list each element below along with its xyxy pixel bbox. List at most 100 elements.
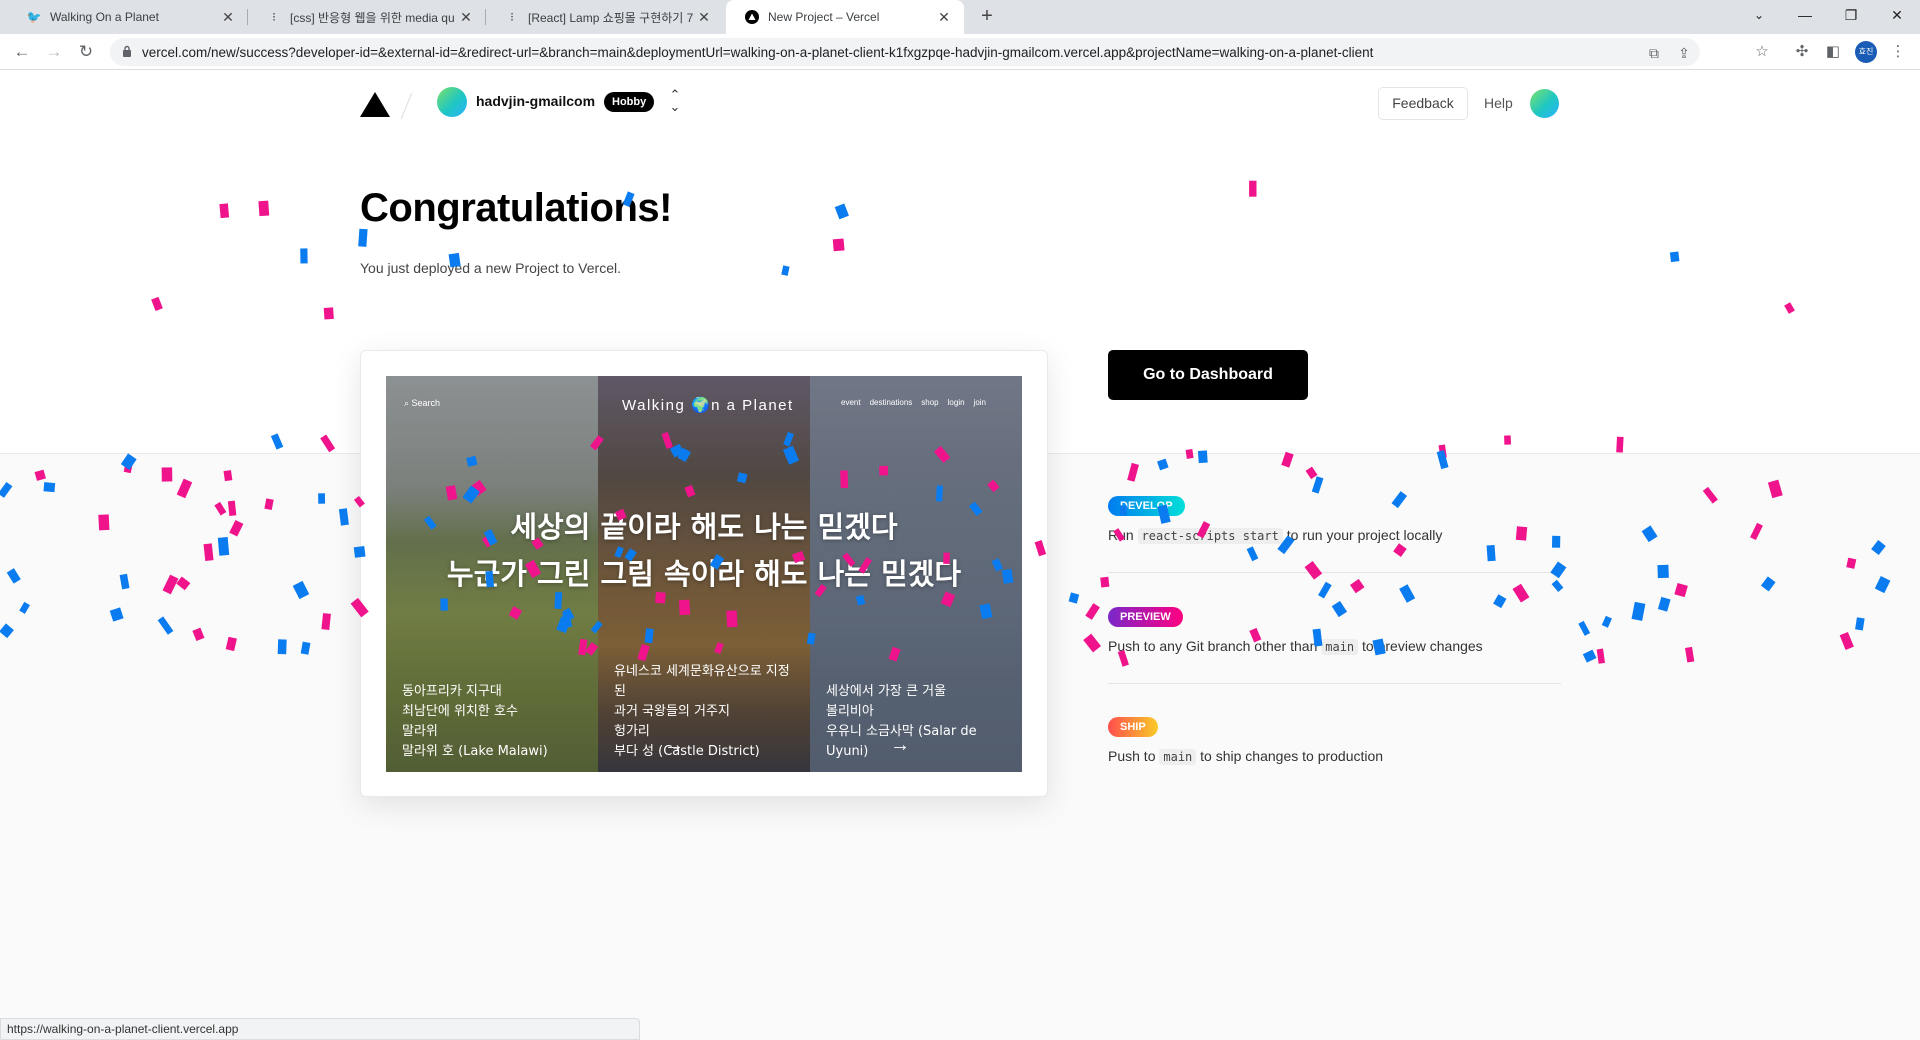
develop-badge: DEVELOP bbox=[1108, 496, 1185, 516]
tab-title: [React] Lamp 쇼핑몰 구현하기 7 bbox=[528, 10, 694, 25]
ship-badge: SHIP bbox=[1108, 717, 1158, 737]
velog-icon: ⁝ bbox=[510, 10, 514, 24]
user-avatar[interactable] bbox=[1530, 89, 1559, 118]
caption-line: 최남단에 위치한 호수 bbox=[402, 704, 518, 719]
vercel-icon bbox=[744, 9, 760, 25]
preview-description: Push to any Git branch other than main t… bbox=[1108, 638, 1561, 655]
share-icon[interactable]: ⇪ bbox=[1675, 44, 1693, 62]
develop-text-pre: Run bbox=[1108, 527, 1134, 543]
confetti-piece bbox=[358, 228, 368, 247]
caption-line: 동아프리카 지구대 bbox=[402, 684, 502, 699]
preview-badge: PREVIEW bbox=[1108, 607, 1183, 627]
steps-divider bbox=[1108, 572, 1561, 573]
preview-caption-malawi: 동아프리카 지구대 최남단에 위치한 호수 말라위 말라위 호 (Lake Ma… bbox=[402, 682, 548, 762]
tab-css-media-query[interactable]: ⁝ [css] 반응형 웹을 위한 media qu ✕ bbox=[248, 0, 486, 34]
back-arrow-icon[interactable]: ← bbox=[10, 40, 34, 64]
confetti-piece bbox=[1616, 436, 1624, 453]
confetti-piece bbox=[834, 203, 849, 220]
address-bar[interactable]: vercel.com/new/success?developer-id=&ext… bbox=[110, 38, 1700, 66]
bird-icon: 🐦 bbox=[26, 10, 42, 24]
restore-button[interactable]: ❐ bbox=[1828, 0, 1874, 30]
confetti-piece bbox=[323, 307, 334, 320]
preview-brand: Walking 🌍n a Planet bbox=[622, 397, 794, 414]
browser-tabstrip: 🐦 Walking On a Planet ✕ ⁝ [css] 반응형 웹을 위… bbox=[0, 0, 1920, 34]
close-icon[interactable]: ✕ bbox=[458, 9, 474, 26]
confetti-piece bbox=[270, 433, 284, 450]
close-icon[interactable]: ✕ bbox=[936, 9, 952, 26]
develop-command: react-scripts start bbox=[1137, 528, 1283, 544]
vercel-page: hadvjin-gmailcom Hobby ⌃ ⌄ Feedback Help … bbox=[0, 70, 1920, 1040]
vercel-logo-icon[interactable] bbox=[360, 92, 390, 117]
tab-walking-on-a-planet[interactable]: 🐦 Walking On a Planet ✕ bbox=[8, 0, 248, 34]
help-link[interactable]: Help bbox=[1484, 95, 1513, 111]
reload-icon[interactable]: ↻ bbox=[74, 40, 98, 64]
account-name[interactable]: hadvjin-gmailcom bbox=[476, 93, 595, 109]
deployment-preview-card[interactable]: ⌕ Search Walking 🌍n a Planet event desti… bbox=[360, 350, 1048, 797]
page-subtitle: You just deployed a new Project to Verce… bbox=[360, 260, 621, 276]
new-tab-button[interactable]: + bbox=[974, 5, 1000, 29]
forward-arrow-icon[interactable]: → bbox=[42, 40, 66, 64]
ship-text-pre: Push to bbox=[1108, 748, 1156, 764]
caption-line: 과거 국왕들의 거주지 bbox=[614, 704, 730, 719]
preview-nav-item: shop bbox=[921, 398, 939, 407]
plan-badge: Hobby bbox=[604, 92, 655, 112]
ship-text-post: to ship changes to production bbox=[1200, 748, 1384, 764]
tab-react-lamp[interactable]: ⁝ [React] Lamp 쇼핑몰 구현하기 7 ✕ bbox=[486, 0, 724, 34]
preview-search: ⌕ Search bbox=[404, 398, 441, 408]
deployment-screenshot[interactable]: ⌕ Search Walking 🌍n a Planet event desti… bbox=[386, 376, 1022, 772]
arrow-right-icon: → bbox=[664, 734, 684, 756]
caption-line: 세상에서 가장 큰 거울 bbox=[826, 684, 947, 699]
tab-search-chevron-icon[interactable]: ⌄ bbox=[1736, 0, 1782, 30]
preview-caption-budapest: 유네스코 세계문화유산으로 지정 된 과거 국왕들의 거주지 헝가리 부다 성 … bbox=[614, 662, 790, 762]
steps-divider bbox=[1108, 683, 1561, 684]
status-bar-url: https://walking-on-a-planet-client.verce… bbox=[0, 1018, 640, 1040]
ship-description: Push to main to ship changes to producti… bbox=[1108, 748, 1561, 765]
arrow-right-icon: → bbox=[890, 734, 910, 756]
caption-line: 말라위 호 (Lake Malawi) bbox=[402, 744, 548, 759]
caption-line: 헝가리 bbox=[614, 724, 650, 739]
tab-title: Walking On a Planet bbox=[50, 10, 159, 24]
tab-new-project-vercel[interactable]: New Project – Vercel ✕ bbox=[726, 0, 964, 34]
scope-switcher-icon[interactable]: ⌃ ⌄ bbox=[665, 88, 685, 113]
preview-nav: event destinations shop login join bbox=[841, 398, 986, 407]
preview-branch-code: main bbox=[1321, 639, 1359, 655]
caption-line: 부다 성 (Castle District) bbox=[614, 744, 760, 759]
url-text: vercel.com/new/success?developer-id=&ext… bbox=[142, 45, 1374, 60]
confetti-piece bbox=[1669, 251, 1680, 263]
preview-nav-item: login bbox=[947, 398, 965, 407]
confetti-piece bbox=[832, 238, 845, 252]
preview-search-label: Search bbox=[411, 398, 441, 408]
side-panel-icon[interactable]: ◧ bbox=[1823, 42, 1843, 62]
feedback-button[interactable]: Feedback bbox=[1378, 87, 1468, 120]
extensions-puzzle-icon[interactable]: ✣ bbox=[1792, 42, 1812, 62]
minimize-button[interactable]: — bbox=[1782, 0, 1828, 30]
confetti-piece bbox=[151, 296, 163, 312]
profile-avatar[interactable]: 효진 bbox=[1855, 41, 1877, 63]
velog-icon: ⁝ bbox=[272, 10, 276, 24]
browser-toolbar: ← → ↻ vercel.com/new/success?developer-i… bbox=[0, 34, 1920, 70]
confetti-piece bbox=[219, 203, 230, 219]
preview-nav-item: destinations bbox=[869, 398, 913, 407]
bookmark-star-icon[interactable]: ☆ bbox=[1752, 42, 1772, 62]
caption-line: 말라위 bbox=[402, 724, 438, 739]
go-to-dashboard-button[interactable]: Go to Dashboard bbox=[1108, 350, 1308, 400]
caption-line: 볼리비아 bbox=[826, 704, 874, 719]
confetti-piece bbox=[1784, 302, 1795, 314]
close-window-button[interactable]: ✕ bbox=[1874, 0, 1920, 30]
close-icon[interactable]: ✕ bbox=[696, 9, 712, 26]
lock-icon bbox=[123, 45, 131, 57]
ship-branch-code: main bbox=[1159, 749, 1197, 765]
preview-text-post: to preview changes bbox=[1362, 638, 1483, 654]
confetti-piece bbox=[781, 265, 790, 276]
account-avatar[interactable] bbox=[437, 87, 467, 117]
step-develop: DEVELOP Run react-scripts start to run y… bbox=[1108, 496, 1561, 544]
close-icon[interactable]: ✕ bbox=[220, 9, 236, 26]
develop-description: Run react-scripts start to run your proj… bbox=[1108, 527, 1561, 544]
preview-headline-line: 누군가 그린 그림 속이라 해도 나는 믿겠다 bbox=[446, 557, 962, 591]
confetti-piece bbox=[1504, 435, 1511, 445]
confetti-piece bbox=[320, 434, 336, 453]
translate-icon[interactable]: ⧉ bbox=[1645, 44, 1663, 62]
confetti-piece bbox=[1249, 180, 1257, 197]
more-menu-icon[interactable]: ⋮ bbox=[1888, 42, 1908, 62]
preview-nav-item: join bbox=[973, 398, 986, 407]
